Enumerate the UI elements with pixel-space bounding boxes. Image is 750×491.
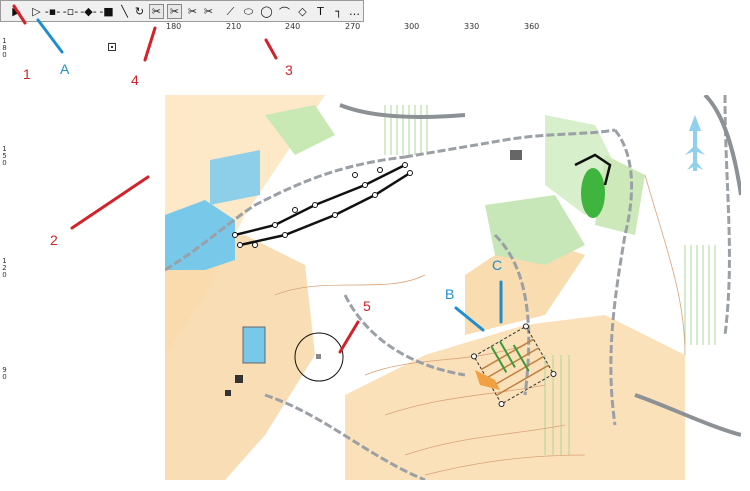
tool-polygon-button[interactable]: ◇ [295, 4, 310, 19]
tool-zigzag-button[interactable]: ⌒ [277, 4, 292, 19]
ruler-top: 180 210 240 270 300 330 360 [0, 22, 750, 34]
tool-draw-path-button[interactable]: ╲ [117, 4, 132, 19]
ruler-left-tick: 180 [2, 37, 7, 59]
ruler-top-tick: 270 [345, 22, 361, 31]
ruler-left-tick: 120 [2, 257, 7, 279]
tool-point3-button[interactable]: -◆- [80, 4, 96, 19]
tool-circle-button[interactable]: ◯ [259, 4, 274, 19]
ruler-top-tick: 210 [226, 22, 242, 31]
tool-point2-button[interactable]: -▫- [63, 4, 78, 19]
annotation-label-b: B [445, 286, 455, 302]
annotation-label-2: 2 [50, 232, 58, 248]
tool-select-button[interactable]: ▶ [9, 4, 24, 19]
tool-point4-button[interactable]: -■ [99, 4, 114, 19]
annotation-label-1: 1 [23, 66, 31, 82]
ruler-top-tick: 180 [166, 22, 182, 31]
tool-rotate-button[interactable]: ↻ [132, 4, 147, 19]
ruler-top-tick: 300 [404, 22, 420, 31]
tool-tee-button[interactable]: T [313, 4, 328, 19]
annotation-label-c: C [492, 257, 503, 273]
ruler-top-tick: 330 [464, 22, 480, 31]
tool-select-outline-button[interactable]: ▷ [29, 4, 44, 19]
tool-cut2-button[interactable]: ✂ [167, 4, 182, 19]
annotation-label-a: A [60, 61, 70, 77]
annotation-label-5: 5 [363, 298, 371, 314]
tool-line-dots-button[interactable]: ┐ [331, 4, 346, 19]
tool-cut4-button[interactable]: ✂ [201, 4, 216, 19]
tool-point-button[interactable]: -▪- [45, 4, 60, 19]
tool-cut-button[interactable]: ✂ [149, 4, 164, 19]
tool-more-button[interactable]: … [347, 4, 362, 19]
ruler-left: 180 150 120 90 [0, 34, 10, 491]
annotation-label-4: 4 [131, 72, 139, 88]
ruler-top-tick: 360 [524, 22, 540, 31]
annotation-label-3: 3 [285, 62, 293, 78]
ruler-left-tick: 90 [2, 366, 7, 381]
symbol-toolbar: ▶ ▷ -▪- -▫- -◆- -■ ╲ ↻ ✂ ✂ ✂ ✂ ⟋ ⬭ ◯ ⌒ ◇ T ┐… [0, 0, 364, 22]
ruler-left-tick: 150 [2, 145, 7, 167]
tool-cut3-button[interactable]: ✂ [185, 4, 200, 19]
small-symbol-icon [108, 43, 116, 51]
tool-curve-button[interactable]: ⟋ [223, 4, 238, 19]
ruler-top-tick: 240 [285, 22, 301, 31]
tool-ellipse-button[interactable]: ⬭ [241, 4, 256, 19]
